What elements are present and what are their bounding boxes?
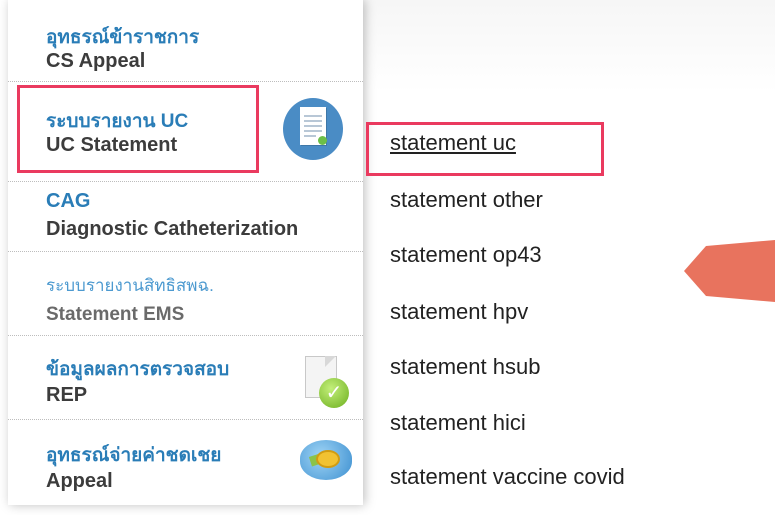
checked-document-icon: ✓ <box>305 356 353 414</box>
menu-item-label: Appeal <box>46 470 113 492</box>
submenu-item-statement-hpv[interactable]: statement hpv <box>390 299 528 325</box>
menu-item-thai-label: ระบบรายงานสิทธิสพฉ. <box>46 276 214 295</box>
menu-item-label: Statement EMS <box>46 304 185 325</box>
menu-item-thai-label: CAG <box>46 190 91 212</box>
money-bubble-icon <box>300 440 352 480</box>
menu-item-label: Diagnostic Catheterization <box>46 218 299 240</box>
menu-item-cag[interactable]: CAG Diagnostic Catheterization <box>8 182 363 252</box>
left-menu: อุทธรณ์ข้าราชการ CS Appeal ระบบรายงาน UC… <box>8 0 363 505</box>
highlight-box-statement-uc <box>366 122 604 176</box>
arrow-left-icon <box>684 240 775 302</box>
menu-item-label: CS Appeal <box>46 50 146 72</box>
menu-item-cs-appeal[interactable]: อุทธรณ์ข้าราชการ CS Appeal <box>8 0 363 82</box>
menu-item-statement-ems[interactable]: ระบบรายงานสิทธิสพฉ. Statement EMS <box>8 252 363 336</box>
header-band <box>360 0 775 92</box>
menu-item-thai-label: อุทธรณ์จ่ายค่าชดเชย <box>46 445 222 466</box>
submenu-item-statement-hici[interactable]: statement hici <box>390 410 526 436</box>
submenu-item-statement-other[interactable]: statement other <box>390 187 543 213</box>
menu-item-thai-label: อุทธรณ์ข้าราชการ <box>46 27 200 48</box>
submenu-item-statement-hsub[interactable]: statement hsub <box>390 354 540 380</box>
menu-item-label: REP <box>46 384 88 406</box>
document-icon <box>283 98 343 160</box>
menu-item-thai-label: ข้อมูลผลการตรวจสอบ <box>46 359 230 380</box>
submenu-item-statement-vaccine-covid[interactable]: statement vaccine covid <box>390 464 625 490</box>
highlight-box-uc-statement <box>17 85 259 173</box>
submenu-item-statement-op43[interactable]: statement op43 <box>390 242 542 268</box>
